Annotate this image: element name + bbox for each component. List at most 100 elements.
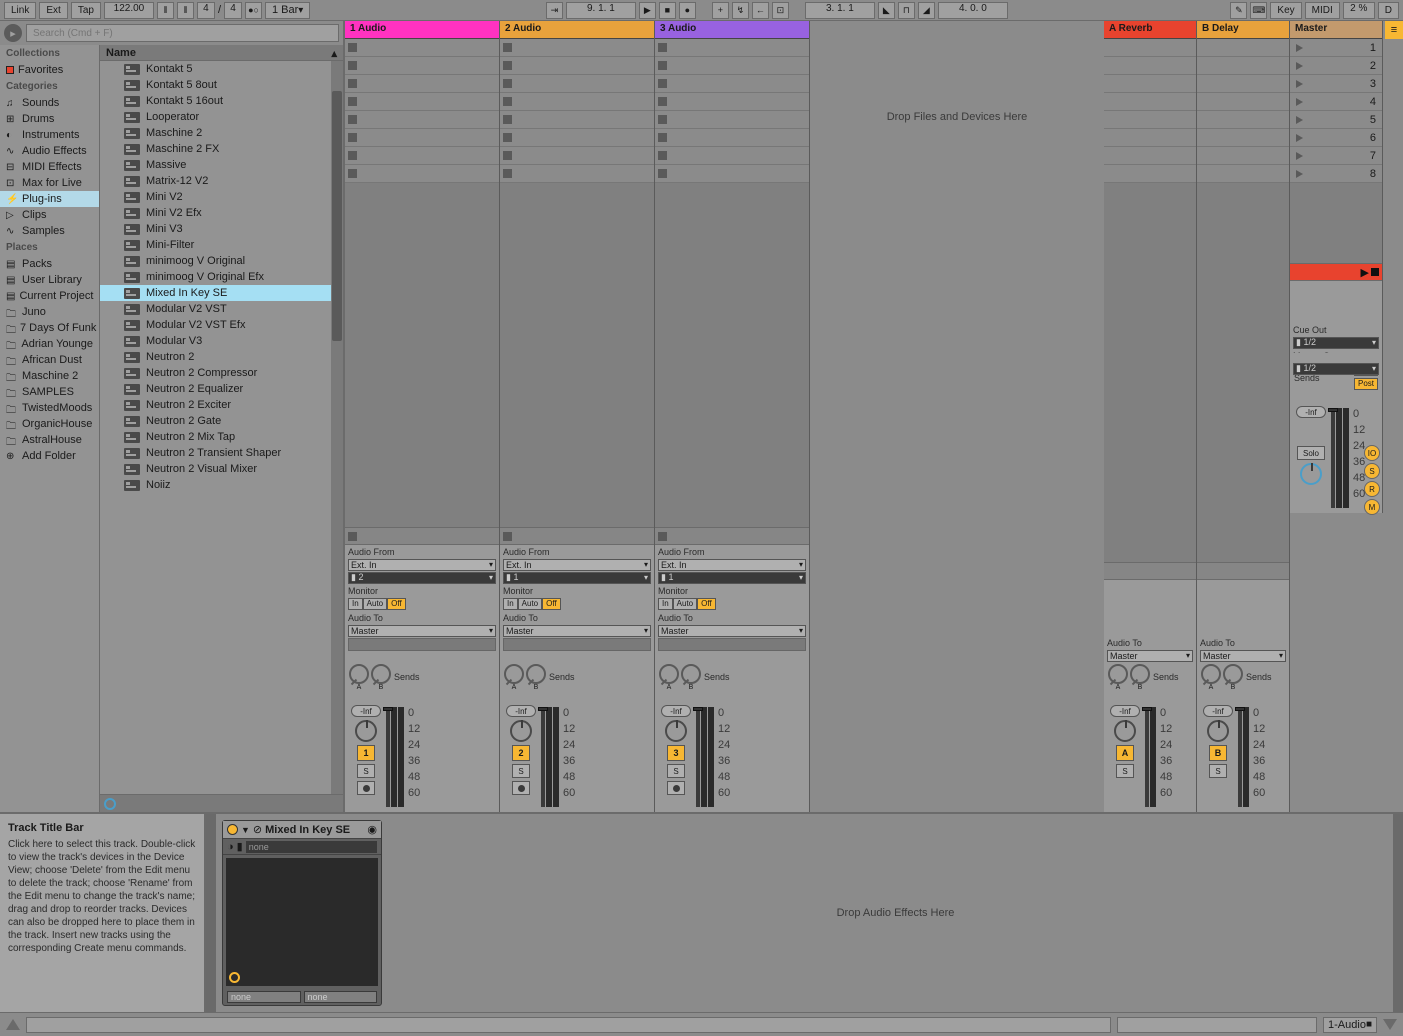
audio-from-select[interactable]: Ext. In	[503, 559, 651, 571]
browser-scrollbar[interactable]	[331, 61, 343, 794]
category-max-for-live[interactable]: ⊡Max for Live	[0, 175, 99, 191]
place-adrian[interactable]: 🗀Adrian Younge	[0, 336, 99, 352]
volume-fader[interactable]	[541, 707, 545, 807]
audio-to-select[interactable]: Master	[1200, 650, 1286, 662]
follow-icon[interactable]: ⇥	[546, 2, 563, 19]
overdub-icon[interactable]: +	[712, 2, 729, 19]
category-plugins[interactable]: ⚡Plug-ins	[0, 191, 99, 207]
device-preset-select[interactable]: none	[246, 841, 377, 853]
monitor-off-button[interactable]: Off	[697, 598, 716, 610]
send-b-knob[interactable]	[681, 664, 701, 684]
track-title-bar[interactable]: 1 Audio	[345, 21, 499, 39]
volume-fader[interactable]	[1145, 707, 1149, 807]
plugin-item[interactable]: minimoog V Original	[100, 253, 343, 269]
volume-display[interactable]: -Inf	[661, 705, 691, 717]
place-current-project[interactable]: ▤Current Project	[0, 288, 99, 304]
metronome-icon[interactable]: ●○	[245, 2, 262, 19]
volume-display[interactable]: -Inf	[506, 705, 536, 717]
plugin-item[interactable]: Neutron 2	[100, 349, 343, 365]
category-midi-effects[interactable]: ⊟MIDI Effects	[0, 159, 99, 175]
arm-button[interactable]	[667, 781, 685, 795]
plugin-item[interactable]: Mixed In Key SE	[100, 285, 343, 301]
ext-button[interactable]: Ext	[39, 2, 67, 19]
volume-fader[interactable]	[386, 707, 390, 807]
send-a-knob[interactable]	[1108, 664, 1128, 684]
mixer-section-toggle[interactable]: M	[1364, 499, 1380, 515]
clip-slot[interactable]	[345, 147, 499, 165]
volume-display[interactable]: -Inf	[351, 705, 381, 717]
plugin-item[interactable]: Noiiz	[100, 477, 343, 493]
drop-files-area[interactable]: Drop Files and Devices Here	[810, 21, 1104, 812]
clip-slot[interactable]	[655, 75, 809, 93]
key-map-button[interactable]: Key	[1270, 2, 1301, 19]
clip-slot[interactable]	[500, 93, 654, 111]
send-a-knob[interactable]	[1201, 664, 1221, 684]
clip-slot[interactable]	[655, 147, 809, 165]
plugin-item[interactable]: Mini V2 Efx	[100, 205, 343, 221]
punch-in-icon[interactable]: ◣	[878, 2, 895, 19]
volume-fader[interactable]	[1331, 408, 1335, 508]
plugin-item[interactable]: Modular V3	[100, 333, 343, 349]
audio-from-select[interactable]: Ext. In	[348, 559, 496, 571]
send-b-knob[interactable]	[371, 664, 391, 684]
clip-slot[interactable]	[345, 93, 499, 111]
scene-slot[interactable]: 2	[1290, 57, 1382, 75]
plugin-item[interactable]: Kontakt 5 8out	[100, 77, 343, 93]
solo-button[interactable]: S	[357, 764, 375, 778]
place-add-folder[interactable]: ⊕Add Folder	[0, 448, 99, 464]
punch-out-icon[interactable]: ◢	[918, 2, 935, 19]
monitor-in-button[interactable]: In	[348, 598, 363, 610]
audio-to-select[interactable]: Master	[503, 625, 651, 637]
browser-nav-icon[interactable]: ▸	[4, 24, 22, 42]
channel-select[interactable]: ▮ 1	[658, 572, 806, 584]
favorites-collection[interactable]: Favorites	[0, 62, 99, 78]
capture-icon[interactable]: ⊡	[772, 2, 789, 19]
scene-slot[interactable]: 6	[1290, 129, 1382, 147]
pan-knob[interactable]	[1114, 720, 1136, 742]
monitor-auto-button[interactable]: Auto	[673, 598, 697, 610]
category-clips[interactable]: ▷Clips	[0, 207, 99, 223]
send-b-knob[interactable]	[1130, 664, 1150, 684]
clip-slot[interactable]	[655, 39, 809, 57]
volume-fader[interactable]	[696, 707, 700, 807]
sig-numerator[interactable]: 4	[197, 2, 215, 19]
clip-slot[interactable]	[345, 57, 499, 75]
browser-column-header[interactable]: Name▴	[100, 45, 343, 61]
plugin-item[interactable]: Maschine 2	[100, 125, 343, 141]
tempo-field[interactable]: 122.00	[104, 2, 154, 19]
track-title-bar[interactable]: B Delay	[1197, 21, 1289, 39]
plugin-item[interactable]: Kontakt 5 16out	[100, 93, 343, 109]
place-packs[interactable]: ▤Packs	[0, 256, 99, 272]
returns-section-toggle[interactable]: R	[1364, 481, 1380, 497]
device-param-icon[interactable]: ▮	[237, 840, 243, 853]
track-activator-button[interactable]: 2	[512, 745, 530, 761]
arrangement-position[interactable]: 9. 1. 1	[566, 2, 636, 19]
plugin-item[interactable]: Maschine 2 FX	[100, 141, 343, 157]
master-out-select[interactable]: ▮ 1/2	[1293, 363, 1379, 375]
cue-out-select[interactable]: ▮ 1/2	[1293, 337, 1379, 349]
computer-midi-keyboard-icon[interactable]: ⌨	[1250, 2, 1267, 19]
plugin-item[interactable]: Neutron 2 Transient Shaper	[100, 445, 343, 461]
loop-switch-icon[interactable]: ⊓	[898, 2, 915, 19]
monitor-off-button[interactable]: Off	[387, 598, 406, 610]
send-b-knob[interactable]	[526, 664, 546, 684]
plugin-item[interactable]: Neutron 2 Visual Mixer	[100, 461, 343, 477]
audio-to-select[interactable]: Master	[658, 625, 806, 637]
show-hide-browser-icon[interactable]	[6, 1019, 20, 1030]
midi-map-button[interactable]: MIDI	[1305, 2, 1340, 19]
device-scroll-handle[interactable]	[206, 814, 216, 1012]
clip-slot[interactable]	[345, 111, 499, 129]
clip-slot[interactable]	[655, 129, 809, 147]
preview-toggle-icon[interactable]	[104, 798, 116, 810]
clip-slot[interactable]	[655, 111, 809, 129]
mixer-section-toggle-icon[interactable]: ≡	[1385, 21, 1403, 39]
post-button[interactable]: Post	[1354, 378, 1378, 390]
device-config-1[interactable]: none	[227, 991, 301, 1003]
track-activator-button[interactable]: 3	[667, 745, 685, 761]
plugin-item[interactable]: Mini V3	[100, 221, 343, 237]
nudge-up-icon[interactable]: ⦀	[177, 2, 194, 19]
track-status[interactable]	[345, 527, 499, 545]
audio-from-select[interactable]: Ext. In	[658, 559, 806, 571]
pan-knob[interactable]	[355, 720, 377, 742]
clip-slot[interactable]	[500, 57, 654, 75]
